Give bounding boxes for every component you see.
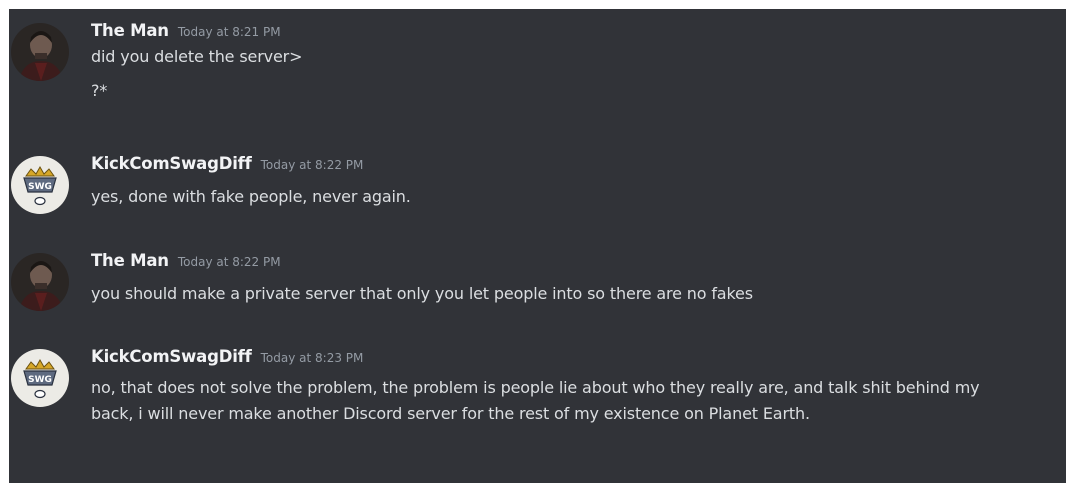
portrait-avatar-icon (11, 23, 69, 81)
timestamp[interactable]: Today at 8:21 PM (178, 25, 281, 39)
message-header: The Man Today at 8:21 PM (91, 21, 281, 40)
timestamp[interactable]: Today at 8:22 PM (261, 158, 364, 172)
username[interactable]: KickComSwagDiff (91, 154, 252, 173)
svg-text:SWG: SWG (28, 375, 52, 385)
chat-messages-panel: The Man Today at 8:21 PM did you delete t… (9, 9, 1066, 483)
user-avatar[interactable]: SWG (11, 349, 69, 407)
message-text: did you delete the server> (91, 47, 303, 66)
message-header: KickComSwagDiff Today at 8:23 PM (91, 347, 363, 366)
user-avatar[interactable] (11, 23, 69, 81)
message-text: yes, done with fake people, never again. (91, 187, 411, 206)
username[interactable]: The Man (91, 21, 169, 40)
message-text: ?* (91, 81, 108, 100)
portrait-avatar-icon (11, 253, 69, 311)
timestamp[interactable]: Today at 8:22 PM (178, 255, 281, 269)
user-avatar[interactable] (11, 253, 69, 311)
message-header: The Man Today at 8:22 PM (91, 251, 281, 270)
user-avatar[interactable]: SWG (11, 156, 69, 214)
message-text: you should make a private server that on… (91, 284, 753, 303)
swag-badge-avatar-icon: SWG (11, 156, 69, 214)
message-header: KickComSwagDiff Today at 8:22 PM (91, 154, 363, 173)
username[interactable]: KickComSwagDiff (91, 347, 252, 366)
svg-text:SWG: SWG (28, 182, 52, 192)
username[interactable]: The Man (91, 251, 169, 270)
timestamp[interactable]: Today at 8:23 PM (261, 351, 364, 365)
message-text: no, that does not solve the problem, the… (91, 378, 980, 423)
swag-badge-avatar-icon: SWG (11, 349, 69, 407)
